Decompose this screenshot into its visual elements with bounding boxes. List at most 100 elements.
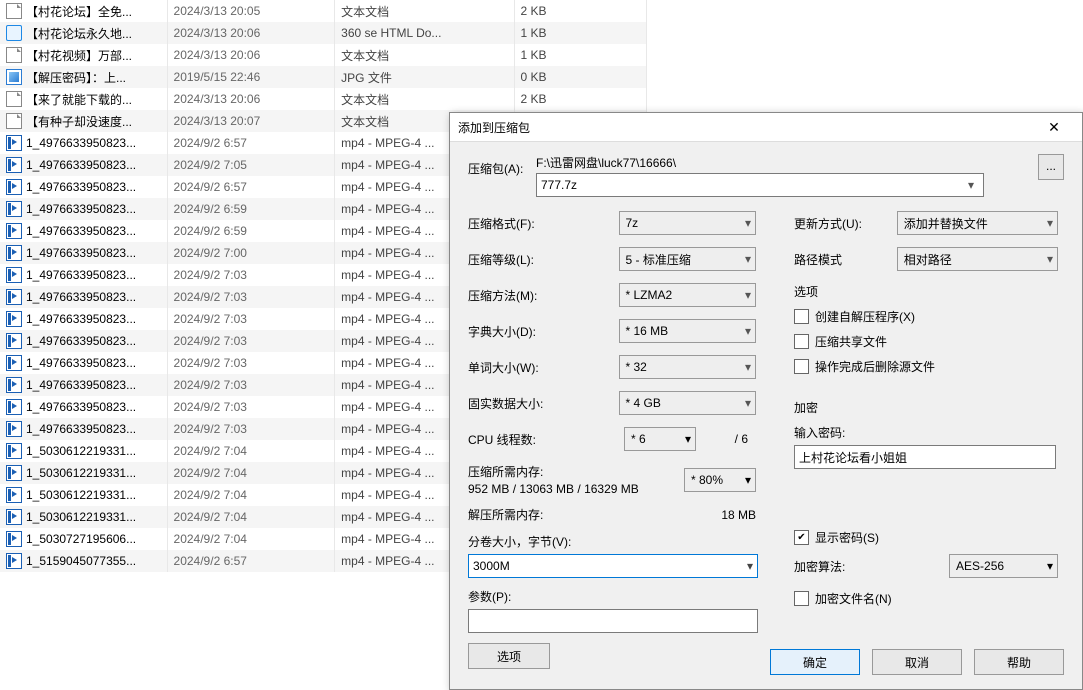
- file-size: 2 KB: [514, 88, 647, 110]
- archive-name-combo[interactable]: 777.7z ▾: [536, 173, 984, 197]
- archive-label: 压缩包(A):: [468, 154, 536, 177]
- file-name: 【村花论坛永久地...: [26, 27, 132, 41]
- mp4-icon: [6, 377, 22, 393]
- mem-comp-value: 952 MB / 13063 MB / 16329 MB: [468, 482, 684, 496]
- vol-label: 分卷大小，字节(V):: [468, 533, 756, 550]
- browse-button[interactable]: ...: [1038, 154, 1064, 180]
- file-row[interactable]: 【来了就能下载的...2024/3/13 20:06文本文档2 KB: [0, 88, 647, 110]
- delete-checkbox[interactable]: 操作完成后删除源文件: [794, 358, 1058, 375]
- mp4-icon: [6, 531, 22, 547]
- file-date: 2024/9/2 7:04: [167, 506, 335, 528]
- file-name: 1_4976633950823...: [26, 290, 136, 304]
- format-select[interactable]: 7z▾: [619, 211, 757, 235]
- enc-method-select[interactable]: AES-256▾: [949, 554, 1058, 578]
- file-date: 2024/9/2 7:03: [167, 286, 335, 308]
- file-date: 2024/9/2 6:57: [167, 176, 335, 198]
- file-row[interactable]: 【村花论坛】全免...2024/3/13 20:05文本文档2 KB: [0, 0, 647, 22]
- file-name: 1_4976633950823...: [26, 268, 136, 282]
- share-checkbox[interactable]: 压缩共享文件: [794, 333, 1058, 350]
- mp4-icon: [6, 355, 22, 371]
- html-icon: [6, 25, 22, 41]
- file-name: 1_5030612219331...: [26, 466, 136, 480]
- method-label: 压缩方法(M):: [468, 287, 619, 304]
- params-label: 参数(P):: [468, 588, 756, 605]
- chevron-down-icon: ▾: [963, 178, 979, 192]
- solid-select[interactable]: * 4 GB▾: [619, 391, 757, 415]
- mp4-icon: [6, 421, 22, 437]
- threads-label: CPU 线程数:: [468, 431, 624, 448]
- chevron-down-icon: ▾: [745, 216, 751, 230]
- file-row[interactable]: 【解压密码】：上...2019/5/15 22:46JPG 文件0 KB: [0, 66, 647, 88]
- encryption-group-title: 加密: [794, 399, 1058, 416]
- volume-size-combo[interactable]: 3000M▾: [468, 554, 758, 578]
- file-name: 【村花论坛】全免...: [26, 5, 132, 19]
- word-label: 单词大小(W):: [468, 359, 619, 376]
- file-name: 1_4976633950823...: [26, 158, 136, 172]
- file-date: 2024/9/2 7:04: [167, 528, 335, 550]
- encrypt-names-checkbox[interactable]: 加密文件名(N): [794, 590, 1058, 607]
- dict-select[interactable]: * 16 MB▾: [619, 319, 757, 343]
- file-date: 2024/9/2 7:03: [167, 374, 335, 396]
- txt-icon: [6, 3, 22, 19]
- file-size: 2 KB: [514, 0, 647, 22]
- enc-method-label: 加密算法:: [794, 558, 949, 575]
- dialog-title: 添加到压缩包: [458, 119, 1034, 136]
- show-password-checkbox[interactable]: 显示密码(S): [794, 529, 1058, 546]
- dict-label: 字典大小(D):: [468, 323, 619, 340]
- txt-icon: [6, 113, 22, 129]
- jpg-icon: [6, 69, 22, 85]
- file-date: 2024/9/2 6:59: [167, 220, 335, 242]
- mem-pct-select[interactable]: * 80%▾: [684, 468, 756, 492]
- format-label: 压缩格式(F):: [468, 215, 619, 232]
- file-date: 2024/9/2 7:03: [167, 352, 335, 374]
- mp4-icon: [6, 135, 22, 151]
- params-input[interactable]: [468, 609, 758, 633]
- file-name: 1_4976633950823...: [26, 136, 136, 150]
- file-name: 1_4976633950823...: [26, 246, 136, 260]
- mp4-icon: [6, 509, 22, 525]
- file-name: 【来了就能下载的...: [26, 93, 132, 107]
- pathmode-select[interactable]: 相对路径▾: [897, 247, 1058, 271]
- pathmode-label: 路径模式: [794, 251, 897, 268]
- file-name: 1_4976633950823...: [26, 202, 136, 216]
- mp4-icon: [6, 465, 22, 481]
- mp4-icon: [6, 157, 22, 173]
- file-date: 2024/9/2 6:57: [167, 550, 335, 572]
- options-button[interactable]: 选项: [468, 643, 550, 669]
- file-row[interactable]: 【村花视频】万部...2024/3/13 20:06文本文档1 KB: [0, 44, 647, 66]
- file-name: 1_5030612219331...: [26, 488, 136, 502]
- method-select[interactable]: * LZMA2▾: [619, 283, 757, 307]
- threads-select[interactable]: * 6▾: [624, 427, 696, 451]
- file-date: 2024/9/2 7:04: [167, 484, 335, 506]
- file-name: 1_4976633950823...: [26, 224, 136, 238]
- mp4-icon: [6, 443, 22, 459]
- update-select[interactable]: 添加并替换文件▾: [897, 211, 1058, 235]
- file-date: 2024/9/2 7:04: [167, 440, 335, 462]
- level-select[interactable]: 5 - 标准压缩▾: [619, 247, 757, 271]
- file-name: 【有种子却没速度...: [26, 115, 132, 129]
- word-select[interactable]: * 32▾: [619, 355, 757, 379]
- file-name: 1_4976633950823...: [26, 312, 136, 326]
- file-type: 360 se HTML Do...: [335, 22, 514, 44]
- cancel-button[interactable]: 取消: [872, 649, 962, 675]
- file-date: 2024/9/2 6:59: [167, 198, 335, 220]
- file-name: 1_4976633950823...: [26, 422, 136, 436]
- file-date: 2024/9/2 6:57: [167, 132, 335, 154]
- file-row[interactable]: 【村花论坛永久地...2024/3/13 20:06360 se HTML Do…: [0, 22, 647, 44]
- file-name: 【解压密码】：上...: [26, 71, 126, 85]
- mp4-icon: [6, 553, 22, 569]
- help-button[interactable]: 帮助: [974, 649, 1064, 675]
- threads-total: / 6: [735, 432, 748, 446]
- close-icon[interactable]: ✕: [1034, 119, 1074, 136]
- file-name: 1_4976633950823...: [26, 180, 136, 194]
- file-date: 2024/3/13 20:06: [167, 88, 335, 110]
- dialog-titlebar[interactable]: 添加到压缩包 ✕: [450, 113, 1082, 142]
- sfx-checkbox[interactable]: 创建自解压程序(X): [794, 308, 1058, 325]
- mp4-icon: [6, 333, 22, 349]
- password-input[interactable]: 上村花论坛看小姐姐: [794, 445, 1056, 469]
- file-size: 1 KB: [514, 22, 647, 44]
- ok-button[interactable]: 确定: [770, 649, 860, 675]
- file-date: 2019/5/15 22:46: [167, 66, 335, 88]
- file-date: 2024/9/2 7:05: [167, 154, 335, 176]
- file-name: 1_4976633950823...: [26, 356, 136, 370]
